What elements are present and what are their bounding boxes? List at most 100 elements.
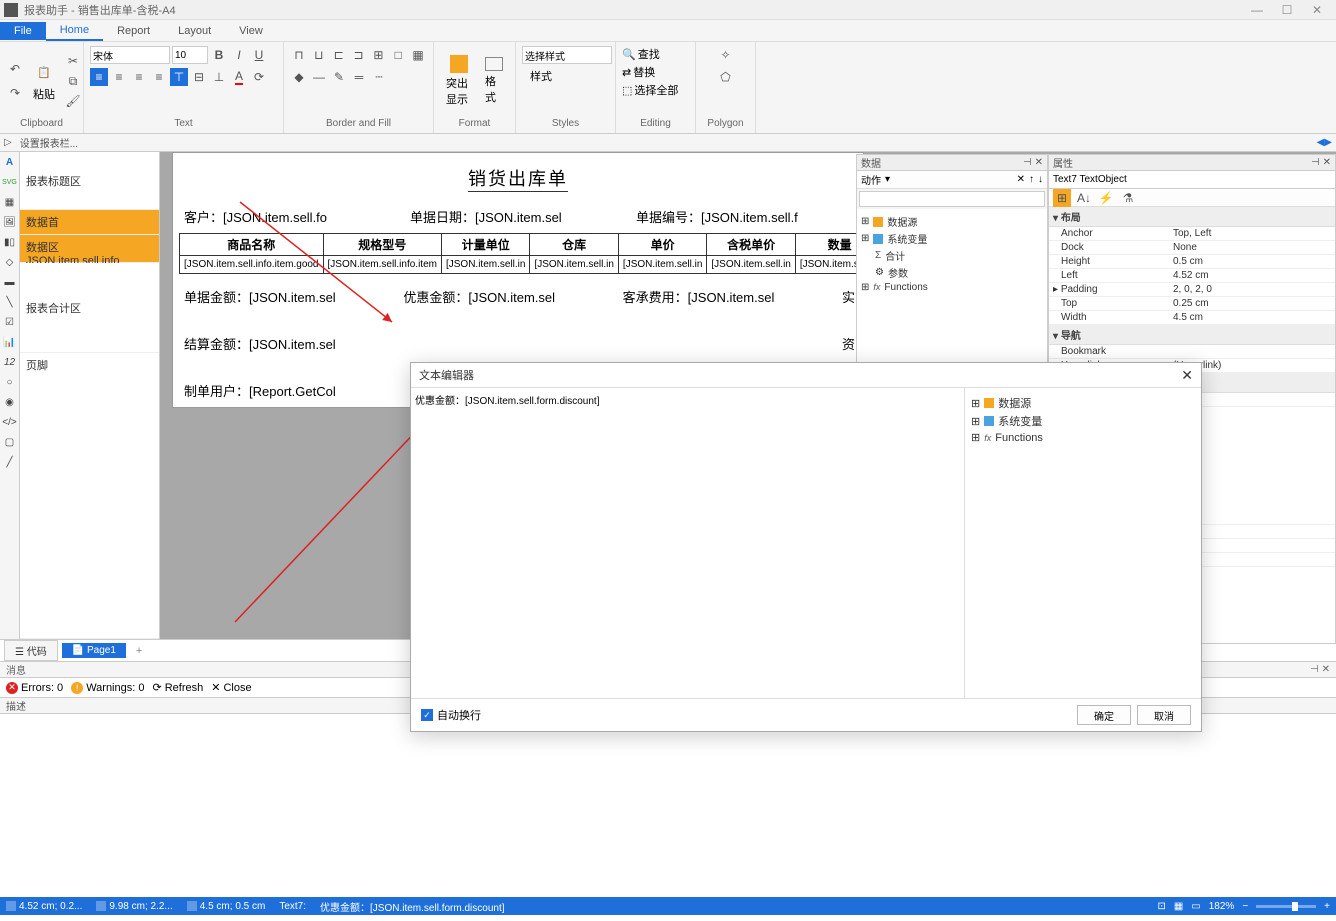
tool-more[interactable]: ▢ bbox=[0, 432, 19, 452]
underline-button[interactable]: U bbox=[250, 46, 268, 64]
prop-object-select[interactable]: Text7 TextObject bbox=[1049, 171, 1335, 189]
errors-badge[interactable]: ✕Errors: 0 bbox=[6, 682, 63, 694]
highlight-button[interactable]: 突出显示 bbox=[440, 53, 477, 109]
data-tb-down[interactable]: ↓ bbox=[1038, 174, 1043, 185]
tool-ruler[interactable]: ╱ bbox=[0, 452, 19, 472]
ok-button[interactable]: 确定 bbox=[1077, 705, 1131, 725]
dlg-tree-ds[interactable]: ⊞数据源 bbox=[971, 394, 1195, 412]
band-data[interactable]: 数据区 JSON.item.sell.info bbox=[20, 235, 159, 263]
border-all-button[interactable]: ⊞ bbox=[369, 46, 387, 64]
border-right-button[interactable]: ⊐ bbox=[350, 46, 368, 64]
align-center-button[interactable]: ≡ bbox=[110, 68, 128, 86]
autowrap-checkbox[interactable]: ✓ 自动换行 bbox=[421, 707, 481, 723]
find-button[interactable]: 🔍查找 bbox=[622, 46, 660, 62]
field-date[interactable]: 单据日期：[JSON.item.sel bbox=[405, 204, 631, 229]
field-amount[interactable]: 单据金额：[JSON.item.sel bbox=[179, 284, 398, 309]
tool-image[interactable]: 🖼 bbox=[0, 212, 19, 232]
band-data-header[interactable]: 数据首 bbox=[20, 210, 159, 235]
maximize-button[interactable]: ☐ bbox=[1272, 0, 1302, 20]
td-4[interactable]: [JSON.item.sell.in bbox=[618, 256, 706, 274]
format-button[interactable]: 格式 bbox=[479, 55, 509, 107]
valign-top-button[interactable]: ⊤ bbox=[170, 68, 188, 86]
minimize-button[interactable]: — bbox=[1242, 0, 1272, 20]
toolstrip-settings[interactable]: 设置报表栏... bbox=[20, 135, 78, 150]
td-2[interactable]: [JSON.item.sell.in bbox=[441, 256, 529, 274]
td-1[interactable]: [JSON.item.sell.info.item bbox=[323, 256, 441, 274]
band-summary[interactable]: 报表合计区 bbox=[20, 263, 159, 353]
field-discount[interactable]: 优惠金额：[JSON.item.sel bbox=[398, 284, 617, 309]
th-4[interactable]: 单价 bbox=[618, 234, 706, 256]
tool-svg[interactable]: SVG bbox=[0, 172, 19, 192]
dlg-tree-sysvar[interactable]: ⊞系统变量 bbox=[971, 412, 1195, 430]
border-more-button[interactable]: ▦ bbox=[409, 46, 427, 64]
tool-chart2[interactable]: 📊 bbox=[0, 332, 19, 352]
dlg-tree-fn[interactable]: ⊞Functions bbox=[971, 430, 1195, 445]
close-msg-button[interactable]: ✕Close bbox=[211, 681, 251, 694]
redo-button[interactable]: ↷ bbox=[6, 84, 24, 102]
tab-code[interactable]: ☰ 代码 bbox=[4, 640, 58, 661]
align-left-button[interactable]: ≡ bbox=[90, 68, 108, 86]
tree-param[interactable]: ⚙参数 bbox=[861, 264, 1043, 281]
tree-total[interactable]: 合计 bbox=[861, 247, 1043, 264]
left-val[interactable]: 4.52 cm bbox=[1169, 269, 1335, 282]
dialog-editor[interactable]: 优惠金额：[JSON.item.sell.form.discount] bbox=[411, 388, 965, 698]
close-button[interactable]: ✕ bbox=[1302, 0, 1332, 20]
bold-button[interactable]: B bbox=[210, 46, 228, 64]
font-select[interactable] bbox=[90, 46, 170, 64]
italic-button[interactable]: I bbox=[230, 46, 248, 64]
zoom-out-button[interactable]: − bbox=[1242, 901, 1248, 912]
font-color-button[interactable]: A bbox=[230, 68, 248, 86]
msg-pin[interactable]: ⊣ ✕ bbox=[1310, 664, 1330, 675]
tool-checkbox[interactable]: ☑ bbox=[0, 312, 19, 332]
field-billno[interactable]: 单据编号：[JSON.item.sell.f bbox=[631, 204, 857, 229]
zoom-in-button[interactable]: + bbox=[1324, 901, 1330, 912]
height-val[interactable]: 0.5 cm bbox=[1169, 255, 1335, 268]
border-bot-button[interactable]: ⊔ bbox=[310, 46, 328, 64]
paste-button[interactable]: 📋 粘贴 bbox=[26, 58, 62, 104]
dialog-close-button[interactable]: ✕ bbox=[1181, 367, 1193, 384]
field-actual[interactable]: 实 bbox=[837, 284, 857, 309]
width-val[interactable]: 4.5 cm bbox=[1169, 311, 1335, 324]
polygon-edit-button[interactable]: ⬠ bbox=[717, 68, 735, 86]
menu-report[interactable]: Report bbox=[103, 22, 164, 40]
size-select[interactable] bbox=[172, 46, 208, 64]
align-right-button[interactable]: ≡ bbox=[130, 68, 148, 86]
style-label[interactable]: 样式 bbox=[522, 68, 552, 84]
td-0[interactable]: [JSON.item.sell.info.item.good bbox=[180, 256, 324, 274]
prop-cat-button[interactable]: ⊞ bbox=[1053, 189, 1071, 207]
collapse-button[interactable]: ◀▶ bbox=[1317, 137, 1332, 148]
zoom-grid-icon[interactable]: ▦ bbox=[1174, 901, 1183, 912]
tree-functions[interactable]: ⊞Functions bbox=[861, 281, 1043, 294]
line-width-button[interactable]: ═ bbox=[350, 68, 368, 86]
th-2[interactable]: 计量单位 bbox=[441, 234, 529, 256]
line-color-button[interactable]: ✎ bbox=[330, 68, 348, 86]
prop-pin[interactable]: ⊣ ✕ bbox=[1311, 157, 1331, 168]
rotate-button[interactable]: ⟳ bbox=[250, 68, 268, 86]
data-tb-x[interactable]: ✕ bbox=[1017, 174, 1025, 185]
tool-table[interactable]: ▦ bbox=[0, 192, 19, 212]
menu-view[interactable]: View bbox=[225, 22, 277, 40]
border-top-button[interactable]: ⊓ bbox=[290, 46, 308, 64]
tree-sysvar[interactable]: ⊞系统变量 bbox=[861, 230, 1043, 247]
zoom-fit-icon[interactable]: ⊡ bbox=[1157, 901, 1165, 912]
data-tb-up[interactable]: ↑ bbox=[1029, 174, 1034, 185]
tool-num[interactable]: 12 bbox=[0, 352, 19, 372]
top-val[interactable]: 0.25 cm bbox=[1169, 297, 1335, 310]
report-title[interactable]: 销货出库单 bbox=[468, 165, 568, 192]
cut-button[interactable]: ✂ bbox=[64, 52, 82, 70]
th-0[interactable]: 商品名称 bbox=[180, 234, 324, 256]
cancel-button[interactable]: 取消 bbox=[1137, 705, 1191, 725]
prop-filter-button[interactable]: ⚗ bbox=[1119, 189, 1137, 207]
menu-file[interactable]: File bbox=[0, 22, 46, 40]
data-search-input[interactable] bbox=[859, 191, 1045, 207]
border-none-button[interactable]: □ bbox=[389, 46, 407, 64]
dock-val[interactable]: None bbox=[1169, 241, 1335, 254]
refresh-button[interactable]: ⟳Refresh bbox=[152, 681, 203, 694]
tree-datasource[interactable]: ⊞数据源 bbox=[861, 213, 1043, 230]
brush-button[interactable]: 🖌 bbox=[64, 92, 82, 110]
style-select[interactable] bbox=[522, 46, 612, 64]
valign-bot-button[interactable]: ⊥ bbox=[210, 68, 228, 86]
band-report-title[interactable]: 报表标题区 bbox=[20, 152, 159, 210]
prop-events-button[interactable]: ⚡ bbox=[1097, 189, 1115, 207]
valign-mid-button[interactable]: ⊟ bbox=[190, 68, 208, 86]
